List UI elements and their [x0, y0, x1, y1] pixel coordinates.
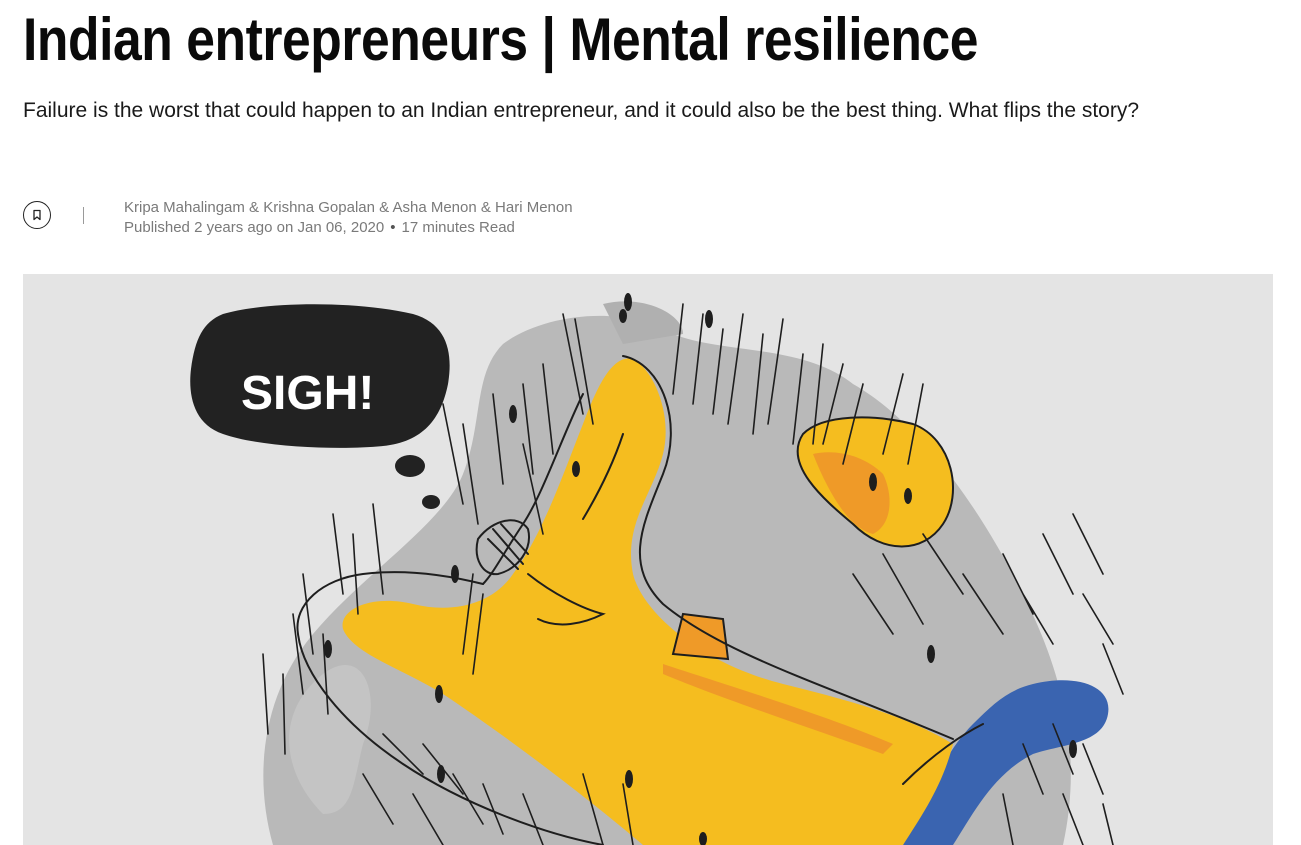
bookmark-icon — [33, 209, 41, 221]
meta-separator: • — [390, 219, 396, 236]
date-prefix: on — [276, 219, 294, 236]
published-label: Published — [124, 219, 190, 236]
hero-illustration: SIGH! — [23, 274, 1273, 845]
resting-entrepreneur-illustration: SIGH! — [23, 274, 1273, 845]
meta-divider — [83, 207, 84, 224]
article-headline: Indian entrepreneurs | Mental resilience — [23, 6, 979, 73]
article-subtitle: Failure is the worst that could happen t… — [23, 99, 1140, 122]
relative-time: 2 years ago — [194, 219, 273, 236]
bookmark-button[interactable] — [23, 201, 51, 229]
article-meta: Kripa Mahalingam & Krishna Gopalan & Ash… — [124, 198, 573, 238]
publish-info: Published 2 years ago on Jan 06, 2020 • 17… — [124, 218, 573, 238]
read-time: 17 minutes Read — [401, 219, 515, 236]
author-names: Kripa Mahalingam & Krishna Gopalan & Ash… — [124, 199, 573, 216]
publish-date: Jan 06, 2020 — [297, 219, 385, 236]
speech-bubble-text: SIGH! — [241, 367, 374, 420]
